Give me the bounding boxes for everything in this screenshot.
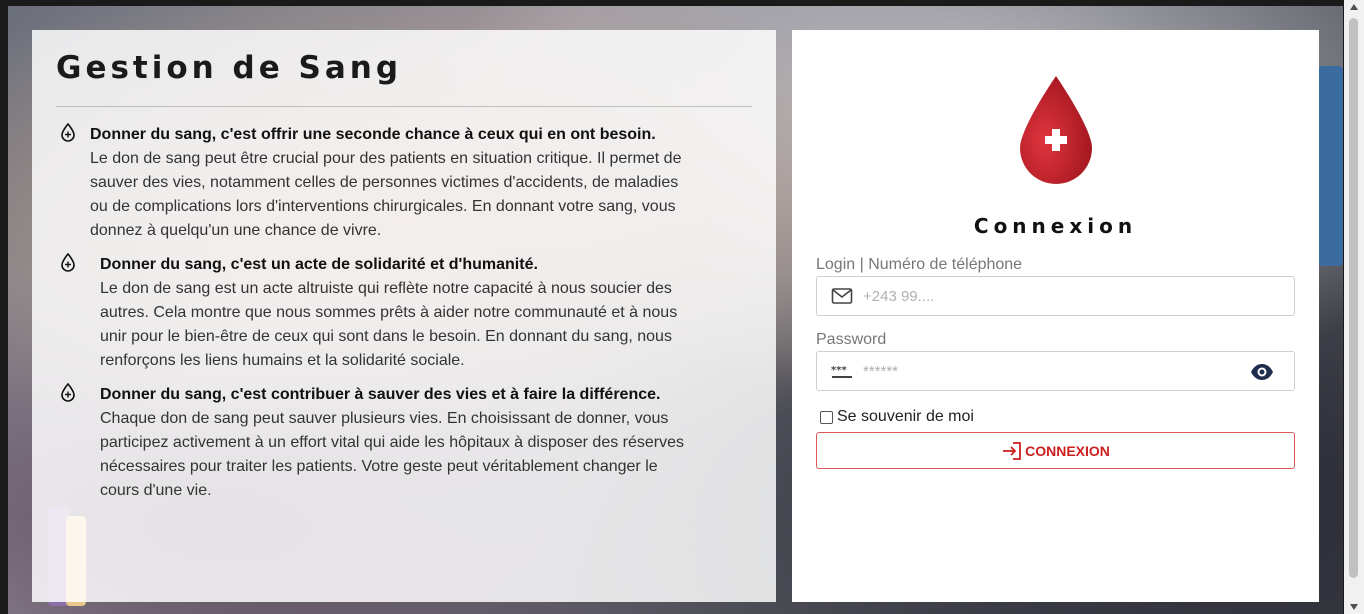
remember-checkbox[interactable] [820,410,833,424]
info-heading: Donner du sang, c'est un acte de solidar… [100,256,538,273]
svg-text:***: *** [831,365,847,376]
info-text: Le don de sang est un acte altruiste qui… [100,280,678,369]
scroll-up-icon[interactable] [1350,4,1358,10]
page-title: Gestion de Sang [56,50,752,107]
remember-me[interactable]: Se souvenir de moi [820,408,974,426]
password-field[interactable]: *** [816,351,1295,391]
info-text: Chaque don de sang peut sauver plusieurs… [100,410,685,499]
remember-label: Se souvenir de moi [837,408,974,425]
blood-drop-icon [61,123,75,142]
sign-in-icon [1003,441,1021,460]
info-heading: Donner du sang, c'est offrir une seconde… [90,126,656,143]
page-scrollbar[interactable] [1344,0,1364,614]
connexion-button[interactable]: CONNEXION [816,432,1295,469]
password-input[interactable] [863,352,1294,390]
login-title: Connexion [973,214,1138,238]
info-item: Donner du sang, c'est contribuer à sauve… [56,383,752,503]
scroll-down-icon[interactable] [1350,604,1358,610]
info-text: Le don de sang peut être crucial pour de… [90,150,682,239]
connexion-label: CONNEXION [1025,442,1110,459]
equipment-decor [1318,66,1343,266]
eye-icon[interactable] [1250,363,1274,381]
password-dots-icon: *** [831,365,852,378]
info-item: Donner du sang, c'est un acte de solidar… [56,253,752,373]
blood-drop-cross-icon [1020,76,1092,184]
info-item: Donner du sang, c'est offrir une seconde… [56,123,752,243]
login-label: Login | Numéro de téléphone [816,256,1023,273]
login-panel: Connexion Login | Numéro de téléphone Pa… [792,30,1319,602]
info-heading: Donner du sang, c'est contribuer à sauve… [100,386,661,403]
login-input[interactable] [863,277,1294,315]
envelope-icon [831,288,853,304]
login-field[interactable] [816,276,1295,316]
scrollbar-thumb[interactable] [1349,18,1358,578]
info-panel: Gestion de Sang Donner du sang, c'est of… [32,30,776,602]
blood-drop-icon [61,253,75,272]
blood-drop-icon [61,383,75,402]
password-label: Password [816,331,887,348]
